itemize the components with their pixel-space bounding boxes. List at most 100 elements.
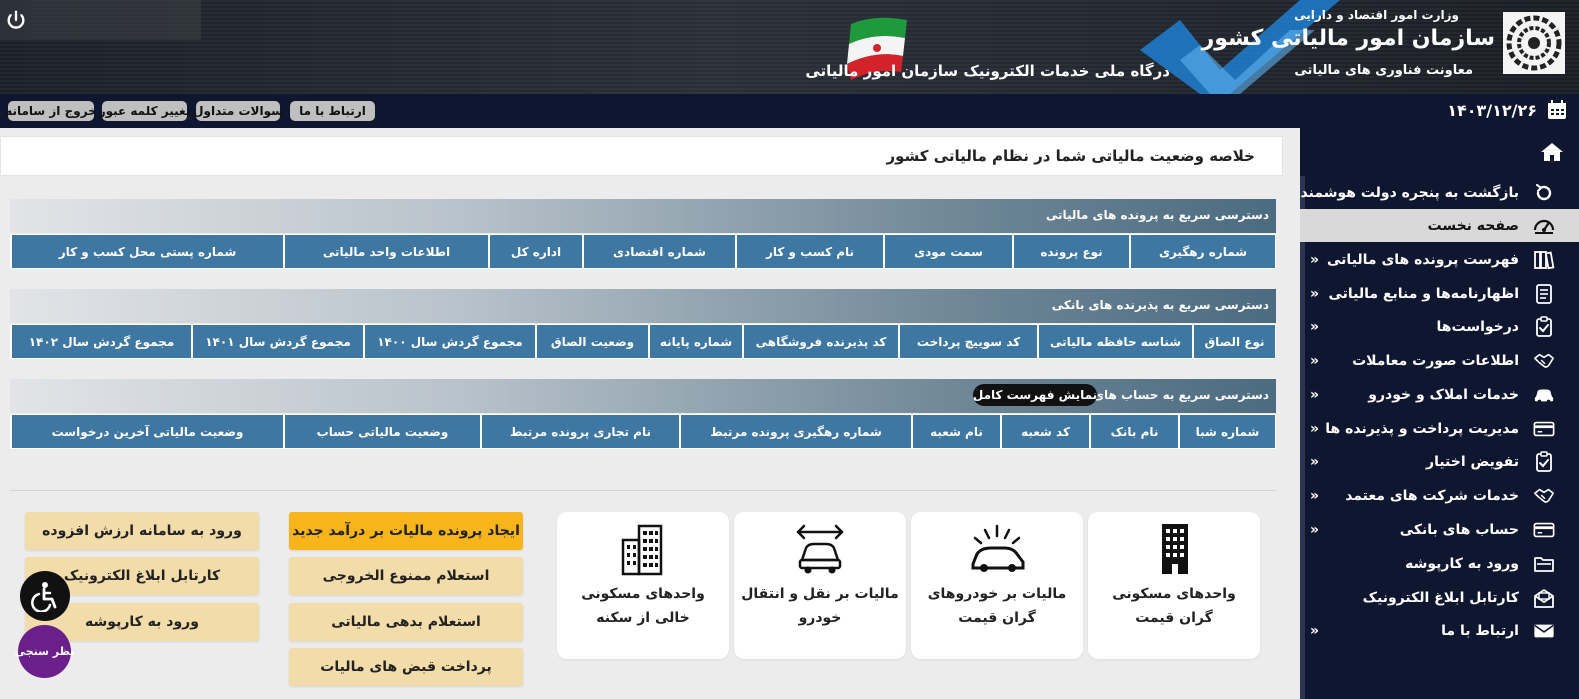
chevron-double-icon[interactable]: » bbox=[1310, 623, 1319, 639]
column-header[interactable]: وضعیت مالیاتی آخرین درخواست bbox=[10, 414, 283, 449]
chevron-double-icon[interactable]: » bbox=[1310, 522, 1319, 538]
sidebar-item-label: بازگشت به پنجره دولت هوشمند bbox=[1300, 184, 1519, 201]
home-icon[interactable] bbox=[1540, 142, 1564, 162]
sidebar-item[interactable]: ورود به کارپوشه bbox=[1300, 547, 1579, 580]
chevron-double-icon[interactable]: » bbox=[1310, 488, 1319, 504]
column-header[interactable]: کد شعبه bbox=[1000, 414, 1089, 449]
column-header[interactable]: شماره پایانه bbox=[648, 324, 742, 359]
sidebar-item[interactable]: فهرست پرونده های مالیاتی » bbox=[1300, 243, 1579, 276]
card-luxury-car-tax[interactable]: مالیات بر خودروهای گران قیمت bbox=[911, 512, 1083, 659]
column-header[interactable]: شماره رهگیری پرونده مرتبط bbox=[679, 414, 911, 449]
envelope-open-icon bbox=[1533, 587, 1555, 609]
sidebar-item-label: حساب های بانکی bbox=[1399, 521, 1519, 538]
sidebar-item[interactable]: درخواست‌ها » bbox=[1300, 310, 1579, 343]
change-password-button[interactable]: تغییر کلمه عبور bbox=[99, 101, 190, 121]
faq-button[interactable]: سوالات متداول bbox=[193, 101, 283, 121]
sidebar-item-label: اطلاعات صورت معاملات bbox=[1352, 352, 1519, 369]
sidebar-item[interactable]: خدمات شرکت های معتمد » bbox=[1300, 479, 1579, 512]
chevron-double-icon[interactable]: » bbox=[1310, 454, 1319, 470]
sidebar-item-label: خدمات املاک و خودرو bbox=[1368, 386, 1519, 403]
sidebar-item[interactable]: خدمات املاک و خودرو » bbox=[1300, 378, 1579, 411]
show-full-list-button[interactable]: نمایش فهرست کامل bbox=[973, 384, 1097, 406]
sidebar-item-label: اظهارنامه‌ها و منابع مالیاتی bbox=[1328, 285, 1519, 302]
tax-organization-logo-icon bbox=[1503, 12, 1565, 74]
clipboard-check-icon bbox=[1533, 315, 1555, 338]
card-label: مالیات بر خودروهای گران قیمت bbox=[927, 586, 1067, 626]
section-title: دسترسی سریع به پرونده های مالیاتی bbox=[1045, 208, 1269, 222]
clipboard-check-icon bbox=[1533, 450, 1555, 473]
vat-system-login-button[interactable]: ورود به سامانه ارزش افزوده bbox=[25, 512, 259, 550]
sidebar-item[interactable]: بازگشت به پنجره دولت هوشمند bbox=[1300, 176, 1579, 209]
bank-accounts-table-header: شماره شبا نام بانک کد شعبه نام شعبه شمار… bbox=[10, 414, 1276, 449]
date-text: ۱۴۰۳/۱۲/۲۶ bbox=[1447, 100, 1537, 120]
column-header[interactable]: نوع پرونده bbox=[1012, 234, 1129, 269]
column-header[interactable]: نوع الصاق bbox=[1192, 324, 1276, 359]
create-income-tax-file-button[interactable]: ایجاد پرونده مالیات بر درآمد جدید bbox=[289, 512, 523, 550]
column-header[interactable]: اداره کل bbox=[488, 234, 582, 269]
card-luxury-residential-units[interactable]: واحدهای مسکونی گران قیمت bbox=[1088, 512, 1260, 659]
card-car-transfer-tax[interactable]: مالیات بر نقل و انتقال خودرو bbox=[734, 512, 906, 659]
car-icon bbox=[1533, 384, 1555, 406]
sidebar-item[interactable]: اظهارنامه‌ها و منابع مالیاتی » bbox=[1300, 277, 1579, 310]
column-header[interactable]: نام بانک bbox=[1089, 414, 1178, 449]
books-icon bbox=[1533, 249, 1555, 271]
column-header[interactable]: وضعیت الصاق bbox=[535, 324, 648, 359]
handshake-icon bbox=[1533, 350, 1555, 372]
chevron-double-icon[interactable]: » bbox=[1310, 286, 1319, 302]
envelope-icon bbox=[1533, 620, 1555, 642]
section-title: دسترسی سریع به پذیرنده های بانکی bbox=[1051, 298, 1269, 312]
column-header[interactable]: شماره رهگیری bbox=[1129, 234, 1276, 269]
chevron-double-icon[interactable]: » bbox=[1310, 421, 1319, 437]
travel-ban-inquiry-button[interactable]: استعلام ممنوع الخروجی bbox=[289, 557, 523, 595]
column-header[interactable]: اطلاعات واحد مالیاتی bbox=[283, 234, 488, 269]
sidebar-item-label: کارتابل ابلاغ الکترونیک bbox=[1362, 589, 1519, 606]
chevron-double-icon[interactable]: » bbox=[1310, 252, 1319, 268]
folder-icon bbox=[1533, 553, 1555, 575]
column-header[interactable]: مجموع گردش سال ۱۴۰۰ bbox=[363, 324, 535, 359]
sidebar-item[interactable]: اطلاعات صورت معاملات » bbox=[1300, 344, 1579, 377]
column-header[interactable]: مجموع گردش سال ۱۴۰۲ bbox=[10, 324, 191, 359]
card-label: مالیات بر نقل و انتقال خودرو bbox=[741, 586, 899, 626]
column-header[interactable]: کد پذیرنده فروشگاهی bbox=[742, 324, 898, 359]
column-header[interactable]: نام کسب و کار bbox=[735, 234, 883, 269]
sidebar-item[interactable]: مدیریت پرداخت و پذیرنده ها » bbox=[1300, 412, 1579, 445]
column-header[interactable]: شناسه حافظه مالیاتی bbox=[1037, 324, 1192, 359]
divider bbox=[10, 490, 1276, 491]
main-content: خلاصه وضعیت مالیاتی شما در نظام مالیاتی … bbox=[0, 128, 1292, 699]
power-icon bbox=[7, 10, 24, 29]
column-header[interactable]: وضعیت مالیاتی حساب bbox=[283, 414, 480, 449]
tax-files-table-header: شماره رهگیری نوع پرونده سمت مودی نام کسب… bbox=[10, 234, 1276, 269]
logout-power-button[interactable] bbox=[0, 0, 31, 40]
column-header[interactable]: سمت مودی bbox=[883, 234, 1012, 269]
column-header[interactable]: نام شعبه bbox=[911, 414, 1000, 449]
column-header[interactable]: شماره پستی محل کسب و کار bbox=[10, 234, 283, 269]
building-icon bbox=[1162, 524, 1188, 574]
card-vacant-residential-units[interactable]: واحدهای مسکونی خالی از سکنه bbox=[557, 512, 729, 659]
sidebar-item[interactable]: تفویض اختیار » bbox=[1300, 445, 1579, 478]
column-header[interactable]: شماره شبا bbox=[1178, 414, 1276, 449]
pay-tax-bills-button[interactable]: پرداخت قبض های مالیات bbox=[289, 648, 523, 686]
chevron-double-icon[interactable]: » bbox=[1310, 353, 1319, 369]
sidebar-item[interactable]: کارتابل ابلاغ الکترونیک bbox=[1300, 581, 1579, 614]
sidebar: بازگشت به پنجره دولت هوشمند صفحه نخست فهرس… bbox=[1300, 128, 1579, 699]
sidebar-item-label: درخواست‌ها bbox=[1436, 318, 1519, 335]
tax-debt-inquiry-button[interactable]: استعلام بدهی مالیاتی bbox=[289, 603, 523, 641]
column-header[interactable]: کد سوییچ پرداخت bbox=[898, 324, 1037, 359]
chevron-double-icon[interactable]: » bbox=[1310, 319, 1319, 335]
accessibility-button[interactable] bbox=[20, 571, 70, 621]
column-header[interactable]: شماره اقتصادی bbox=[582, 234, 735, 269]
sidebar-item[interactable]: ارتباط با ما » bbox=[1300, 614, 1579, 647]
header-grey-strip bbox=[31, 0, 201, 40]
site-header: درگاه ملی خدمات الکترونیک سازمان امور ما… bbox=[0, 0, 1579, 94]
survey-button[interactable]: نظر سنجی bbox=[15, 625, 74, 678]
sidebar-item[interactable]: حساب های بانکی » bbox=[1300, 513, 1579, 546]
credit-card-icon bbox=[1533, 519, 1555, 541]
current-date: ۱۴۰۳/۱۲/۲۶ bbox=[1447, 100, 1567, 120]
sidebar-item[interactable]: صفحه نخست bbox=[1300, 209, 1579, 242]
column-header[interactable]: نام تجاری پرونده مرتبط bbox=[480, 414, 679, 449]
chevron-double-icon[interactable]: » bbox=[1310, 387, 1319, 403]
contact-us-button[interactable]: ارتباط با ما bbox=[290, 101, 375, 121]
section-header-tax-files: دسترسی سریع به پرونده های مالیاتی bbox=[10, 199, 1276, 233]
column-header[interactable]: مجموع گردش سال ۱۴۰۱ bbox=[191, 324, 363, 359]
logout-button[interactable]: خروج از سامانه bbox=[5, 101, 97, 121]
